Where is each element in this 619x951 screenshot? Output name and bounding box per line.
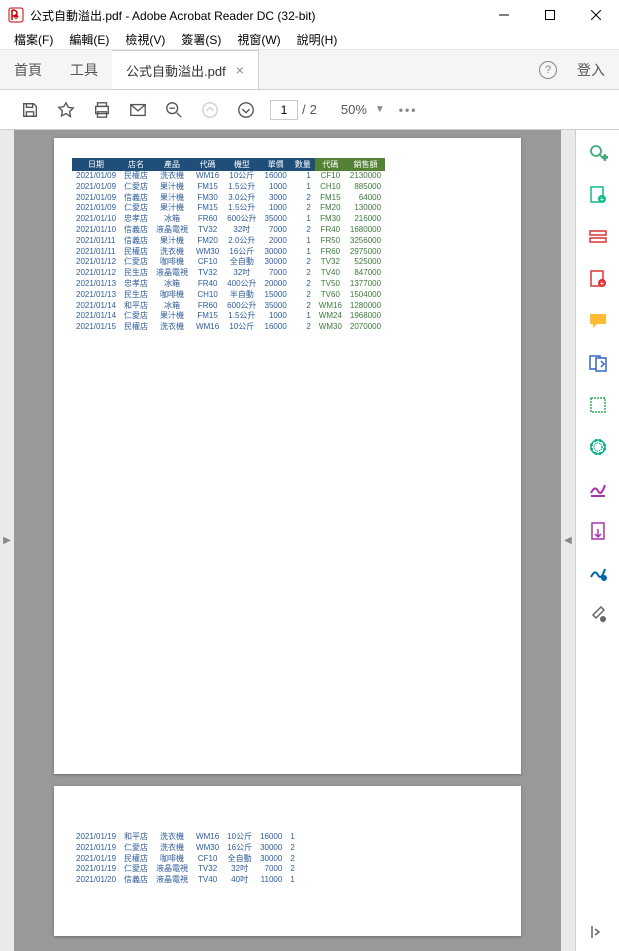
chevron-down-icon: ▼	[375, 104, 385, 115]
tab-close-button[interactable]: ×	[236, 62, 244, 78]
pdf-page-1: 日期店名產品代碼機型單價數量代碼銷售額2021/01/09民權店洗衣機WM161…	[54, 138, 521, 774]
svg-text:+: +	[600, 615, 605, 624]
page-sep: /	[302, 102, 306, 117]
menu-file[interactable]: 檔案(F)	[6, 31, 61, 48]
tools-rail: + + + +	[575, 130, 619, 951]
email-button[interactable]	[120, 92, 156, 128]
table-row: 2021/01/12仁愛店咖啡機CF10全自動300002TV32525000	[72, 257, 385, 268]
col-header: 代碼	[315, 158, 346, 171]
more-button[interactable]: •••	[399, 103, 418, 117]
tab-bar: 首頁 工具 公式自動溢出.pdf × ? 登入	[0, 50, 619, 90]
print-button[interactable]	[84, 92, 120, 128]
window-title: 公式自動溢出.pdf - Adobe Acrobat Reader DC (32…	[30, 7, 481, 24]
col-header: 店名	[120, 158, 152, 171]
menu-sign[interactable]: 簽署(S)	[173, 31, 229, 48]
tab-document[interactable]: 公式自動溢出.pdf ×	[112, 50, 259, 89]
data-table-2: 2021/01/19和平店洗衣機WM1610公斤1600012021/01/19…	[72, 832, 299, 886]
col-header: 日期	[72, 158, 120, 171]
zoom-control[interactable]: 50% ▼	[341, 102, 385, 117]
page-down-button[interactable]	[228, 92, 264, 128]
col-header: 數量	[291, 158, 315, 171]
page-up-button[interactable]	[192, 92, 228, 128]
zoom-out-button[interactable]	[156, 92, 192, 128]
search-tool-icon[interactable]: +	[587, 142, 609, 164]
menu-edit[interactable]: 編輯(E)	[61, 31, 117, 48]
fill-sign-icon[interactable]	[587, 562, 609, 584]
svg-text:+: +	[599, 279, 604, 288]
sign-icon[interactable]	[587, 478, 609, 500]
edit-pdf-icon[interactable]: +	[587, 268, 609, 290]
tab-home[interactable]: 首頁	[0, 50, 56, 89]
svg-text:+: +	[599, 195, 604, 204]
table-row: 2021/01/09信義店果汁機FM303.0公升30002FM1564000	[72, 193, 385, 204]
document-viewport[interactable]: 日期店名產品代碼機型單價數量代碼銷售額2021/01/09民權店洗衣機WM161…	[14, 130, 561, 951]
tab-document-label: 公式自動溢出.pdf	[126, 61, 226, 80]
stamp-icon[interactable]	[587, 436, 609, 458]
export-icon[interactable]	[587, 520, 609, 542]
pdf-page-2: 2021/01/19和平店洗衣機WM1610公斤1600012021/01/19…	[54, 786, 521, 936]
left-panel-toggle[interactable]: ▶	[0, 130, 14, 951]
menu-window[interactable]: 視窗(W)	[229, 31, 288, 48]
table-row: 2021/01/11民權店洗衣機WM3016公斤300001FR60297500…	[72, 247, 385, 258]
title-bar: ♠ 公式自動溢出.pdf - Adobe Acrobat Reader DC (…	[0, 0, 619, 30]
table-row: 2021/01/15民權店洗衣機WM1610公斤160002WM30207000…	[72, 322, 385, 333]
table-row: 2021/01/10忠孝店冰箱FR60600公升350001FM30216000	[72, 214, 385, 225]
svg-text:+: +	[602, 153, 608, 163]
page-input[interactable]	[270, 100, 298, 120]
maximize-button[interactable]	[527, 0, 573, 30]
tab-tools[interactable]: 工具	[56, 50, 112, 89]
table-row: 2021/01/19仁愛店洗衣機WM3016公斤300002	[72, 843, 299, 854]
create-pdf-icon[interactable]: +	[587, 184, 609, 206]
right-panel-toggle[interactable]: ◀	[561, 130, 575, 951]
star-button[interactable]	[48, 92, 84, 128]
more-tools-icon[interactable]: +	[587, 604, 609, 626]
menu-bar: 檔案(F) 編輯(E) 檢視(V) 簽署(S) 視窗(W) 說明(H)	[0, 30, 619, 50]
zoom-value: 50%	[341, 102, 367, 117]
table-row: 2021/01/10信義店液晶電視TV3232吋70002FR401680000	[72, 225, 385, 236]
organize-icon[interactable]	[587, 352, 609, 374]
table-row: 2021/01/20信義店液晶電視TV4040吋110001	[72, 875, 299, 886]
table-row: 2021/01/11信義店果汁機FM202.0公升20001FR50325600…	[72, 236, 385, 247]
form-icon[interactable]	[587, 226, 609, 248]
menu-view[interactable]: 檢視(V)	[117, 31, 173, 48]
table-row: 2021/01/13民生店咖啡機CH10半自動150002TV601504000	[72, 290, 385, 301]
table-row: 2021/01/19民權店咖啡機CF10全自動300002	[72, 854, 299, 865]
table-row: 2021/01/14和平店冰箱FR60600公升350002WM16128000…	[72, 301, 385, 312]
col-header: 機型	[223, 158, 260, 171]
minimize-button[interactable]	[481, 0, 527, 30]
page-total: 2	[310, 102, 317, 117]
data-table-1: 日期店名產品代碼機型單價數量代碼銷售額2021/01/09民權店洗衣機WM161…	[72, 158, 385, 333]
toolbar: / 2 50% ▼ •••	[0, 90, 619, 130]
save-button[interactable]	[12, 92, 48, 128]
table-row: 2021/01/09民權店洗衣機WM1610公斤160001CF10213000…	[72, 171, 385, 182]
col-header: 產品	[152, 158, 192, 171]
col-header: 單價	[261, 158, 291, 171]
close-button[interactable]	[573, 0, 619, 30]
page-control: / 2	[270, 100, 317, 120]
table-row: 2021/01/09仁愛店果汁機FM151.5公升10002FM20130000	[72, 203, 385, 214]
help-icon[interactable]: ?	[539, 61, 557, 79]
crop-icon[interactable]	[587, 394, 609, 416]
menu-help[interactable]: 說明(H)	[289, 31, 346, 48]
content-area: ▶ 日期店名產品代碼機型單價數量代碼銷售額2021/01/09民權店洗衣機WM1…	[0, 130, 619, 951]
window-controls	[481, 0, 619, 30]
login-link[interactable]: 登入	[577, 60, 605, 80]
comment-icon[interactable]	[587, 310, 609, 332]
col-header: 代碼	[192, 158, 223, 171]
col-header: 銷售額	[346, 158, 385, 171]
table-row: 2021/01/19仁愛店液晶電視TV3232吋70002	[72, 864, 299, 875]
table-row: 2021/01/14仁愛店果汁機FM151.5公升10001WM24196800…	[72, 311, 385, 322]
collapse-rail-icon[interactable]	[587, 921, 609, 943]
table-row: 2021/01/13忠孝店冰箱FR40400公升200002TV50137700…	[72, 279, 385, 290]
table-row: 2021/01/09仁愛店果汁機FM151.5公升10001CH10885000	[72, 182, 385, 193]
table-row: 2021/01/12民生店液晶電視TV3232吋70002TV40847000	[72, 268, 385, 279]
app-icon: ♠	[8, 7, 24, 23]
table-row: 2021/01/19和平店洗衣機WM1610公斤160001	[72, 832, 299, 843]
